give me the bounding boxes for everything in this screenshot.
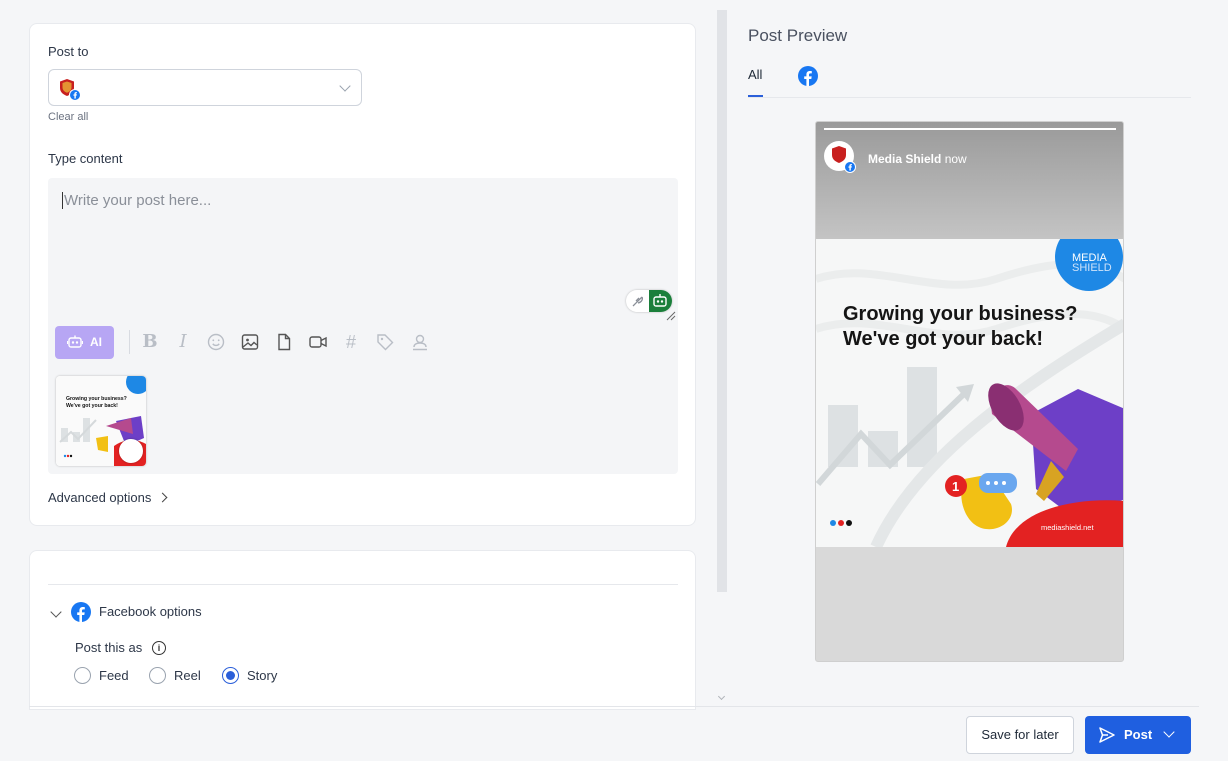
facebook-icon — [71, 602, 91, 622]
footer-divider — [29, 706, 1199, 707]
clear-all-link[interactable]: Clear all — [48, 111, 88, 123]
chevron-right-icon — [157, 492, 168, 503]
creative-image: MEDIA SHIELD Growing your business? We'v… — [816, 239, 1123, 547]
creative-website: mediashield.net — [1041, 523, 1094, 532]
section-divider — [48, 584, 678, 585]
preview-account-name: Media Shield — [868, 152, 942, 166]
radio-feed-label[interactable]: Feed — [99, 668, 129, 683]
bot-icon[interactable] — [649, 290, 672, 312]
story-preview: Media Shield now MEDIA SHIELD Growing yo… — [815, 121, 1124, 662]
media-thumbnail[interactable]: Growing your business? We've got your ba… — [56, 376, 146, 466]
thumb-headline-1: Growing your business? — [66, 396, 127, 402]
video-icon[interactable] — [308, 332, 328, 352]
preview-title: Post Preview — [748, 26, 848, 45]
advanced-options-toggle[interactable]: Advanced options — [48, 490, 168, 505]
save-for-later-button[interactable]: Save for later — [966, 716, 1074, 754]
tab-facebook-icon[interactable] — [798, 66, 818, 86]
facebook-options-title[interactable]: Facebook options — [99, 604, 202, 619]
tabs-divider — [748, 97, 1191, 98]
editor-helper-pill[interactable] — [626, 290, 672, 312]
ai-button-label: AI — [90, 335, 102, 349]
account-select[interactable] — [48, 69, 362, 106]
tab-all[interactable]: All — [748, 67, 762, 82]
edit-media-icon[interactable] — [119, 439, 143, 463]
advanced-options-label: Advanced options — [48, 490, 152, 505]
bold-icon[interactable]: B — [140, 332, 160, 352]
editor-placeholder[interactable]: Write your post here... — [62, 192, 211, 209]
chevron-down-icon — [339, 80, 351, 92]
location-icon[interactable] — [410, 332, 430, 352]
creative-headline-2: We've got your back! — [843, 328, 1043, 350]
image-icon[interactable] — [240, 332, 260, 352]
notification-badge: 1 — [952, 479, 959, 494]
post-button[interactable]: Post — [1085, 716, 1191, 754]
info-icon[interactable]: i — [152, 641, 166, 655]
chevron-down-icon[interactable] — [50, 606, 62, 618]
creative-brand-2: SHIELD — [1072, 262, 1112, 274]
preview-avatar — [824, 141, 856, 173]
creative-headline-1: Growing your business? — [843, 303, 1077, 325]
preview-account: Media Shield now — [868, 152, 967, 166]
story-header: Media Shield now — [816, 122, 1123, 239]
account-avatar — [60, 79, 81, 101]
facebook-options-card: Facebook options Post this as i Feed Ree… — [29, 550, 696, 710]
feather-icon[interactable] — [630, 293, 646, 309]
toolbar-divider — [129, 330, 130, 354]
resize-handle-icon[interactable] — [666, 311, 676, 321]
editor-toolbar: AI B I # — [55, 326, 675, 360]
tag-icon[interactable] — [375, 332, 395, 352]
post-editor[interactable]: Write your post here... AI B I # Growing… — [48, 178, 678, 474]
compose-card: Post to Clear all Type content Write you… — [29, 23, 696, 526]
radio-reel[interactable] — [149, 667, 166, 684]
radio-story-label[interactable]: Story — [247, 668, 277, 683]
post-button-label: Post — [1124, 727, 1153, 742]
creative-artwork: MEDIA SHIELD Growing your business? We'v… — [816, 239, 1123, 547]
italic-icon[interactable]: I — [173, 332, 193, 352]
hashtag-icon[interactable]: # — [341, 332, 361, 352]
post-to-label: Post to — [48, 44, 89, 59]
type-content-label: Type content — [48, 151, 123, 166]
radio-story[interactable] — [222, 667, 239, 684]
scrollbar[interactable] — [717, 10, 727, 592]
post-as-label: Post this as — [75, 640, 143, 655]
thumb-headline-2: We've got your back! — [66, 403, 118, 409]
ai-button[interactable]: AI — [55, 326, 114, 359]
radio-reel-label[interactable]: Reel — [174, 668, 201, 683]
robot-icon — [67, 335, 83, 348]
story-progress-bar — [824, 128, 1116, 130]
post-composer: Post to Clear all Type content Write you… — [0, 0, 1228, 761]
send-icon — [1099, 727, 1115, 743]
scroll-down-icon[interactable] — [717, 692, 726, 701]
radio-feed[interactable] — [74, 667, 91, 684]
file-icon[interactable] — [274, 332, 294, 352]
emoji-icon[interactable] — [206, 332, 226, 352]
preview-time: now — [944, 152, 967, 166]
chevron-down-icon[interactable] — [1163, 726, 1175, 738]
